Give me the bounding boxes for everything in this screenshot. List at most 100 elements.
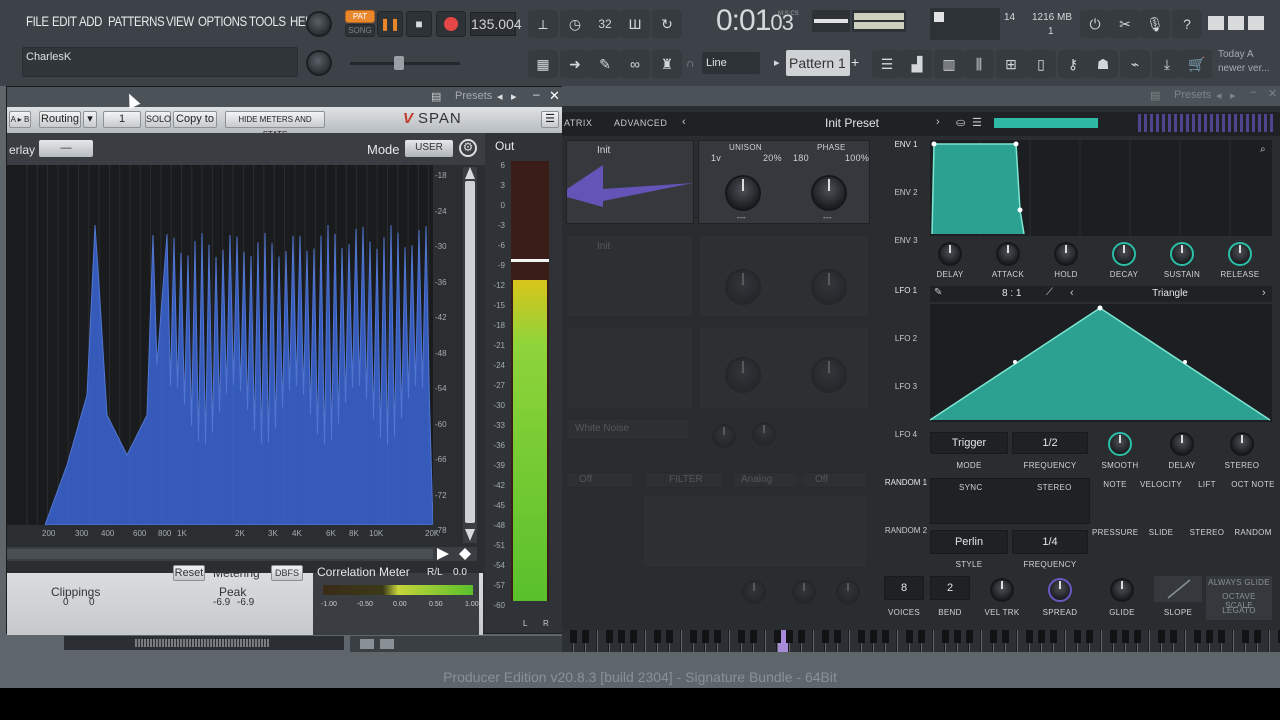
preset-next-icon[interactable]: ▸ <box>511 90 517 103</box>
horizontal-scrollbar[interactable] <box>7 547 477 561</box>
arrow-right-icon[interactable]: ➜ <box>560 50 590 78</box>
tab-lfo-3[interactable]: LFO 3 <box>884 382 928 391</box>
lfo-shape-next-icon[interactable]: › <box>1262 287 1266 299</box>
filter-res-knob[interactable] <box>792 580 816 604</box>
piano-black-key[interactable] <box>1110 630 1117 643</box>
tab-random-1[interactable]: RANDOM 1 <box>884 478 928 487</box>
pencil-icon[interactable]: ✎ <box>934 287 942 298</box>
link-icon[interactable]: ∞ <box>620 50 650 78</box>
noise-knob-2[interactable] <box>752 422 776 446</box>
mod-source-oct-note[interactable]: OCT NOTE <box>1230 480 1276 489</box>
minimize-window-icon[interactable]: – <box>533 87 540 101</box>
lfo-grid[interactable]: 8 : 1 <box>1002 288 1021 299</box>
lfo-shape-prev-icon[interactable]: ‹ <box>1070 287 1074 299</box>
envelope-graph[interactable]: ⌕ <box>930 140 1272 236</box>
random-rate[interactable]: 1/4 <box>1012 530 1088 554</box>
filter-type[interactable]: Analog <box>732 472 798 488</box>
playlist-icon[interactable]: ☰ <box>872 50 902 78</box>
metering-select[interactable]: DBFS <box>271 565 303 581</box>
solo-button[interactable]: SOLO <box>145 111 171 128</box>
tab-lfo-1[interactable]: LFO 1 <box>884 286 928 295</box>
master-volume-knob[interactable] <box>306 11 332 37</box>
master-slider-handle[interactable] <box>394 56 404 70</box>
tools-icon[interactable]: ✂ <box>1110 10 1140 38</box>
pattern-prev-icon[interactable]: ▸ <box>774 56 780 69</box>
tab-env-1[interactable]: ENV 1 <box>884 140 928 149</box>
overlay-select[interactable]: — <box>39 140 93 157</box>
plugin-icon[interactable]: ⚷ <box>1058 50 1088 78</box>
song-mode-button[interactable]: SONG <box>345 24 375 37</box>
magnet-icon[interactable]: ∩ <box>686 56 695 70</box>
osc-b-unison-knob[interactable] <box>725 269 761 305</box>
mod-source-random[interactable]: RANDOM <box>1230 528 1276 537</box>
snap-select[interactable]: Line <box>702 52 760 74</box>
piano-black-key[interactable] <box>786 630 793 643</box>
pause-icon[interactable]: ❚❚ <box>377 11 403 37</box>
env-decay-knob[interactable] <box>1112 242 1136 266</box>
phase-random[interactable]: 100% <box>845 153 869 163</box>
piano-black-key[interactable] <box>702 630 709 643</box>
piano-black-key[interactable] <box>990 630 997 643</box>
file-icon[interactable]: ▯ <box>1026 50 1056 78</box>
tab-lfo-4[interactable]: LFO 4 <box>884 430 928 439</box>
mixer-icon[interactable]: ⫼ <box>964 50 994 78</box>
piano-black-key[interactable] <box>654 630 661 643</box>
mod-source-slide[interactable]: SLIDE <box>1138 528 1184 537</box>
help-icon[interactable]: ? <box>1172 10 1202 38</box>
playlist-overview[interactable] <box>64 636 344 650</box>
random-style[interactable]: Perlin <box>930 530 1008 554</box>
tab-random-2[interactable]: RANDOM 2 <box>884 526 928 535</box>
paint-icon[interactable]: ✎ <box>590 50 620 78</box>
phase-value[interactable]: 180 <box>793 153 809 163</box>
env-release-knob[interactable] <box>1228 242 1252 266</box>
piano-black-key[interactable] <box>1206 630 1213 643</box>
master-volume-bar[interactable] <box>994 118 1098 128</box>
ab-compare-button[interactable]: A ▸ B <box>9 111 31 128</box>
velocity-tracking-knob[interactable] <box>990 578 1014 602</box>
osc-b-phase-knob[interactable] <box>811 269 847 305</box>
span-titlebar[interactable]: ▤ Presets ◂ ▸ – ✕ <box>7 87 563 107</box>
blend-notes-icon[interactable]: Ш <box>620 10 650 38</box>
routing-button[interactable]: Routing <box>39 111 81 128</box>
master-pitch-knob[interactable] <box>306 50 332 76</box>
mod-source-velocity[interactable]: VELOCITY <box>1138 480 1184 489</box>
pattern-select[interactable]: Pattern 1 <box>786 50 850 76</box>
menu-options[interactable]: OPTIONS <box>198 13 250 35</box>
synth-minimize-icon[interactable]: – <box>1250 86 1256 98</box>
piano-black-key[interactable] <box>618 630 625 643</box>
noise-knob-1[interactable] <box>712 424 736 448</box>
piano-black-key[interactable] <box>942 630 949 643</box>
piano-black-key[interactable] <box>1026 630 1033 643</box>
piano-black-key[interactable] <box>1074 630 1081 643</box>
tab-env-3[interactable]: ENV 3 <box>884 236 928 245</box>
strip-icon-1[interactable] <box>360 639 374 649</box>
legato-toggle[interactable]: LEGATO <box>1208 606 1270 615</box>
pat-mode-button[interactable]: PAT <box>345 10 375 23</box>
fx-slot-1[interactable]: Off <box>566 472 634 488</box>
gear-icon[interactable]: ⚙ <box>459 139 477 157</box>
preset-prev-icon[interactable]: ◂ <box>497 90 503 103</box>
tab-matrix[interactable]: ATRIX <box>564 118 592 128</box>
lfo-delay-knob[interactable] <box>1170 432 1194 456</box>
piano-keyboard[interactable] <box>562 630 1280 652</box>
preset-menu-icon[interactable]: ☰ <box>972 116 982 129</box>
tab-lfo-2[interactable]: LFO 2 <box>884 334 928 343</box>
piano-black-key[interactable] <box>882 630 889 643</box>
piano-black-key[interactable] <box>1002 630 1009 643</box>
channel-group-button[interactable]: 1 <box>103 111 141 128</box>
piano-black-key[interactable] <box>954 630 961 643</box>
step-edit-button[interactable]: 32 <box>590 10 620 38</box>
synth-titlebar[interactable]: ▤ Presets ◂ ▸ – ✕ <box>562 86 1280 106</box>
piano-black-key[interactable] <box>1038 630 1045 643</box>
curve-icon[interactable]: ⟋ <box>1046 287 1053 298</box>
routing-dropdown-icon[interactable]: ▾ <box>83 111 97 128</box>
hide-meters-button[interactable]: HIDE METERS AND STATS <box>225 111 325 139</box>
piano-black-key[interactable] <box>570 630 577 643</box>
piano-black-key[interactable] <box>750 630 757 643</box>
mod-source-lift[interactable]: LIFT <box>1184 480 1230 489</box>
piano-black-key[interactable] <box>1122 630 1129 643</box>
piano-black-key[interactable] <box>1254 630 1261 643</box>
lfo-stereo-knob[interactable] <box>1230 432 1254 456</box>
download-icon[interactable]: ⤓ <box>1152 50 1182 78</box>
person-icon[interactable]: ☗ <box>1088 50 1118 78</box>
